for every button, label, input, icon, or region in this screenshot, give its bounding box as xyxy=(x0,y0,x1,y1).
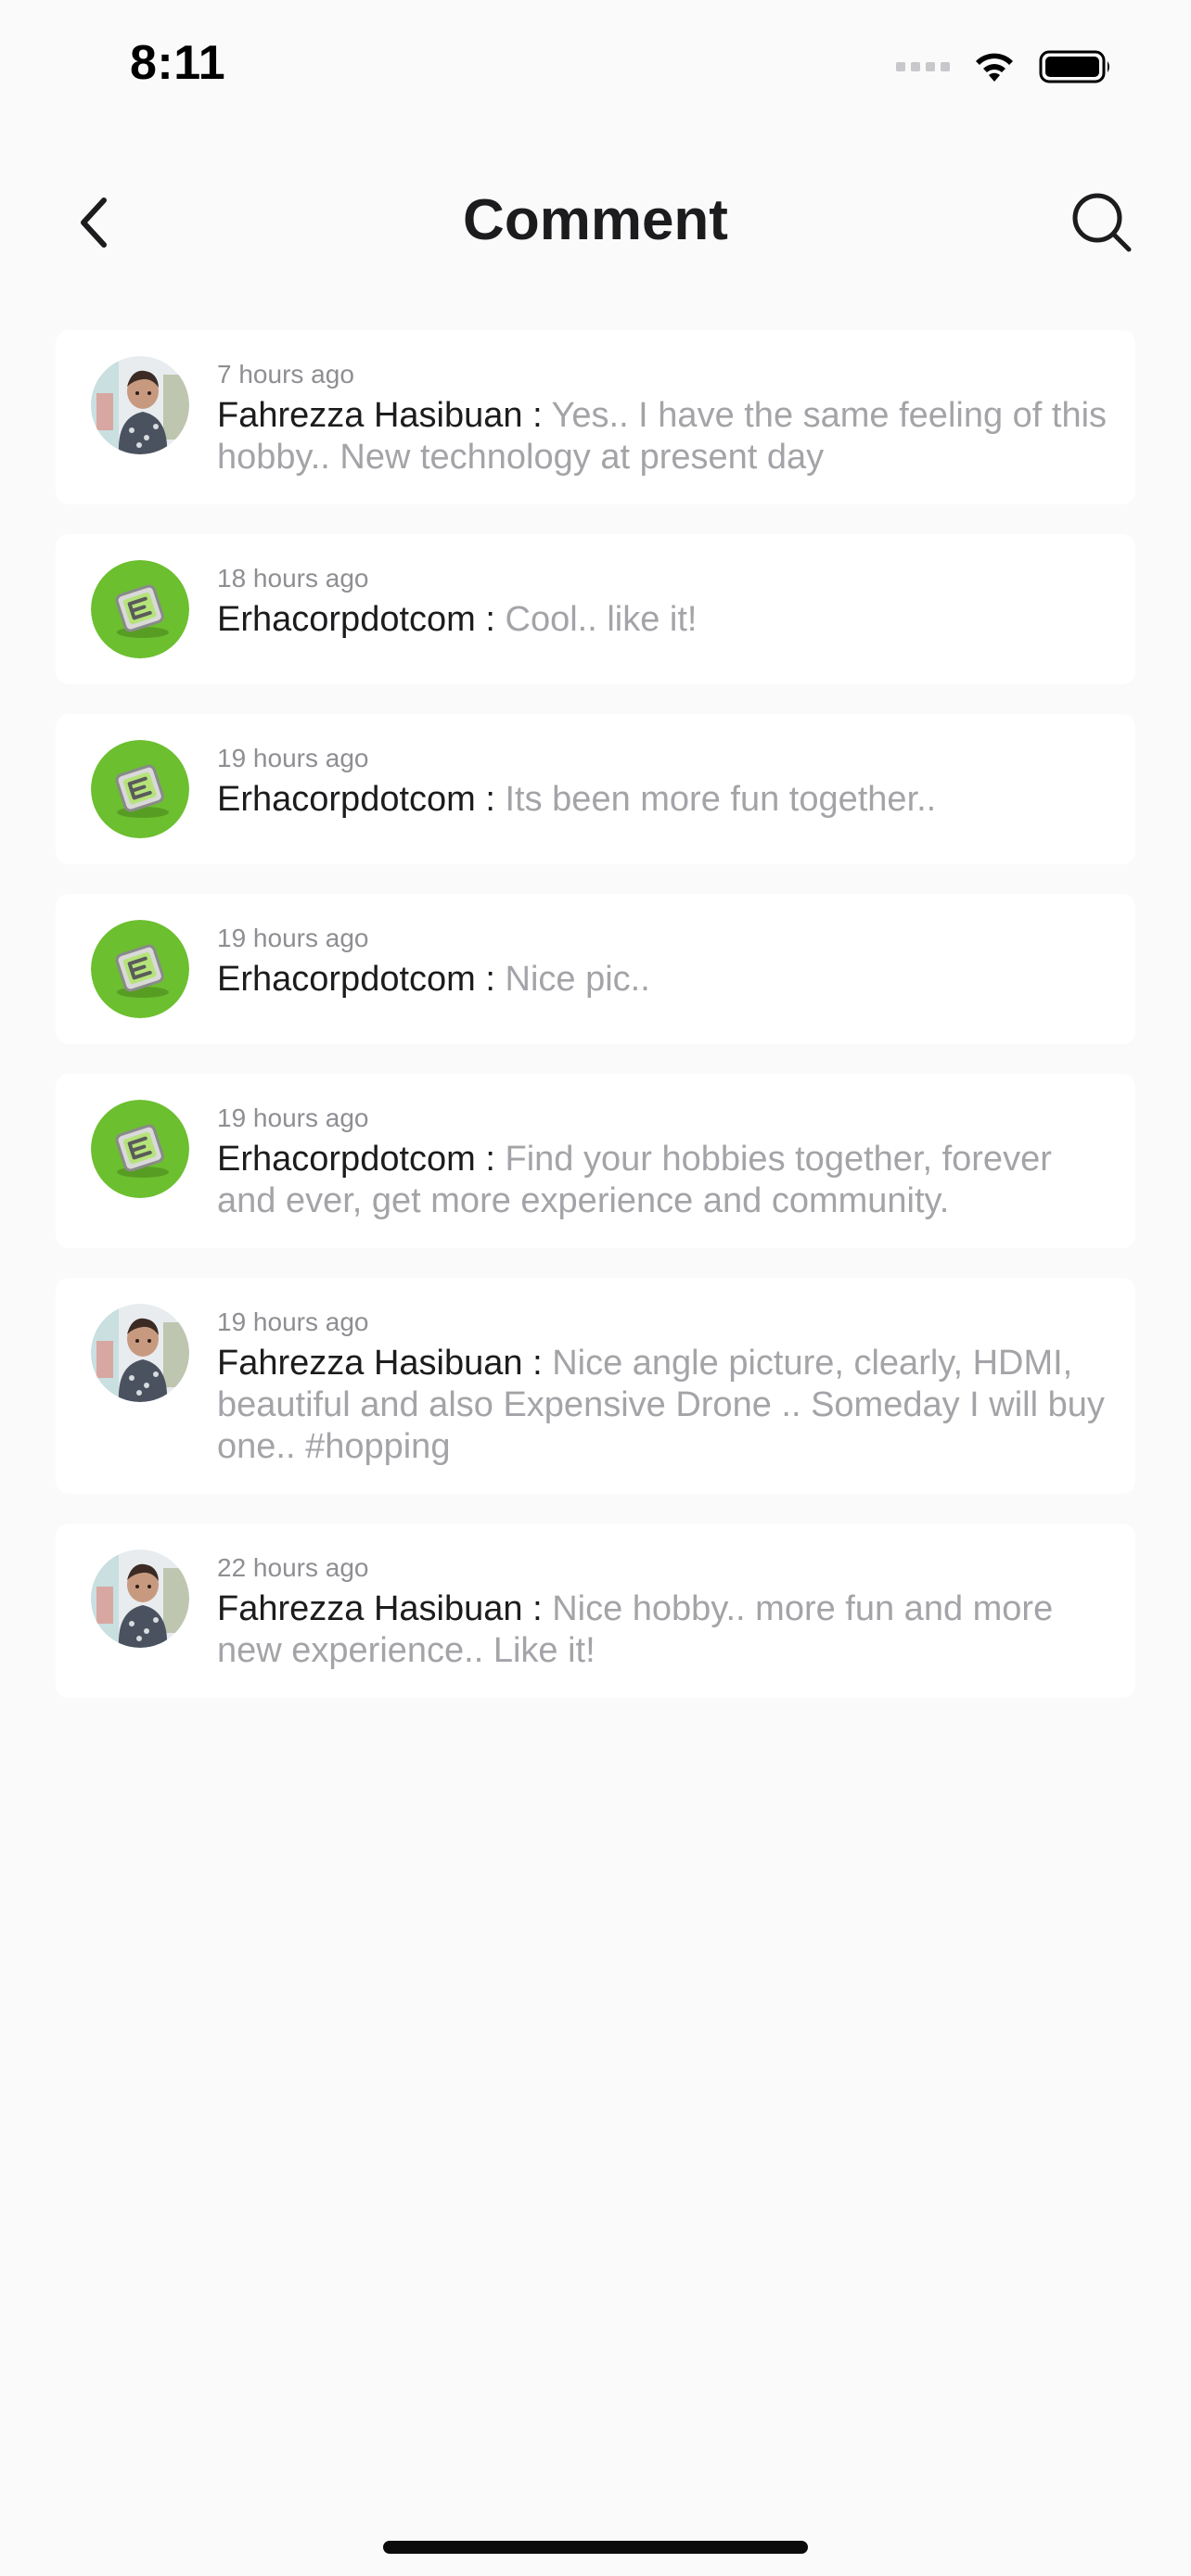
comment-item[interactable]: 19 hours ago Erhacorpdotcom : Nice pic.. xyxy=(56,894,1135,1044)
user-photo-avatar xyxy=(91,1549,189,1648)
comment-item[interactable]: 19 hours ago Fahrezza Hasibuan : Nice an… xyxy=(56,1278,1135,1494)
comment-item[interactable]: 19 hours ago Erhacorpdotcom : Its been m… xyxy=(56,714,1135,864)
comment-time: 7 hours ago xyxy=(217,360,354,389)
comment-time: 19 hours ago xyxy=(217,924,369,952)
comment-text: Fahrezza Hasibuan : Nice angle picture, … xyxy=(217,1343,1108,1468)
comment-list: 7 hours ago Fahrezza Hasibuan : Yes.. I … xyxy=(56,330,1135,1698)
erhacorp-logo-avatar xyxy=(91,740,189,838)
comment-message: Nice pic.. xyxy=(505,960,650,999)
comment-separator: : xyxy=(475,600,506,639)
comment-item[interactable]: 18 hours ago Erhacorpdotcom : Cool.. lik… xyxy=(56,534,1135,684)
search-button[interactable] xyxy=(1069,189,1135,256)
avatar[interactable] xyxy=(91,560,189,658)
comment-message: Its been more fun together.. xyxy=(505,780,937,819)
comment-author[interactable]: Erhacorpdotcom xyxy=(217,780,476,819)
comment-separator: : xyxy=(475,960,506,999)
comment-body: 19 hours ago Erhacorpdotcom : Nice pic.. xyxy=(217,920,1108,1001)
avatar[interactable] xyxy=(91,1100,189,1198)
battery-icon xyxy=(1039,50,1109,83)
cellular-signal-icon xyxy=(896,62,950,71)
status-time: 8:11 xyxy=(130,36,226,90)
comment-separator: : xyxy=(522,396,552,435)
comment-time: 22 hours ago xyxy=(217,1553,369,1582)
user-photo-avatar xyxy=(91,1304,189,1402)
comment-separator: : xyxy=(475,1140,506,1179)
wifi-icon xyxy=(976,53,1013,82)
comment-body: 18 hours ago Erhacorpdotcom : Cool.. lik… xyxy=(217,560,1108,641)
page-title: Comment xyxy=(463,188,728,252)
comment-author[interactable]: Fahrezza Hasibuan xyxy=(217,1344,523,1383)
comment-item[interactable]: 7 hours ago Fahrezza Hasibuan : Yes.. I … xyxy=(56,330,1135,504)
comment-text: Erhacorpdotcom : Find your hobbies toget… xyxy=(217,1139,1108,1222)
comment-time: 19 hours ago xyxy=(217,1103,369,1132)
comment-text: Fahrezza Hasibuan : Nice hobby.. more fu… xyxy=(217,1588,1108,1672)
comment-text: Fahrezza Hasibuan : Yes.. I have the sam… xyxy=(217,395,1108,478)
status-icons xyxy=(896,46,1113,87)
erhacorp-logo-avatar xyxy=(91,560,189,658)
status-bar: 8:11 xyxy=(0,0,1191,139)
search-icon xyxy=(1072,193,1132,252)
comment-time: 19 hours ago xyxy=(217,744,369,772)
comment-message: Cool.. like it! xyxy=(505,600,698,639)
comment-body: 22 hours ago Fahrezza Hasibuan : Nice ho… xyxy=(217,1549,1108,1672)
comment-separator: : xyxy=(475,780,506,819)
comment-author[interactable]: Erhacorpdotcom xyxy=(217,1140,476,1179)
comment-author[interactable]: Fahrezza Hasibuan xyxy=(217,1589,523,1628)
comment-separator: : xyxy=(522,1344,553,1383)
comment-time: 19 hours ago xyxy=(217,1307,369,1336)
comment-item[interactable]: 19 hours ago Erhacorpdotcom : Find your … xyxy=(56,1074,1135,1248)
comment-time: 18 hours ago xyxy=(217,564,369,593)
avatar[interactable] xyxy=(91,1304,189,1402)
comment-author[interactable]: Fahrezza Hasibuan xyxy=(217,396,523,435)
home-indicator[interactable] xyxy=(383,2541,808,2554)
user-photo-avatar xyxy=(91,356,189,454)
comment-body: 19 hours ago Erhacorpdotcom : Find your … xyxy=(217,1100,1108,1222)
comment-item[interactable]: 22 hours ago Fahrezza Hasibuan : Nice ho… xyxy=(56,1524,1135,1698)
comment-author[interactable]: Erhacorpdotcom xyxy=(217,600,476,639)
avatar[interactable] xyxy=(91,356,189,454)
avatar[interactable] xyxy=(91,740,189,838)
erhacorp-logo-avatar xyxy=(91,1100,189,1198)
comment-text: Erhacorpdotcom : Nice pic.. xyxy=(217,959,1108,1001)
comment-separator: : xyxy=(522,1589,553,1628)
comment-author[interactable]: Erhacorpdotcom xyxy=(217,960,476,999)
comment-body: 19 hours ago Fahrezza Hasibuan : Nice an… xyxy=(217,1304,1108,1468)
comment-text: Erhacorpdotcom : Its been more fun toget… xyxy=(217,779,1108,821)
avatar[interactable] xyxy=(91,920,189,1018)
nav-header: Comment xyxy=(0,167,1191,278)
comment-body: 19 hours ago Erhacorpdotcom : Its been m… xyxy=(217,740,1108,821)
avatar[interactable] xyxy=(91,1549,189,1648)
comment-body: 7 hours ago Fahrezza Hasibuan : Yes.. I … xyxy=(217,356,1108,478)
comment-text: Erhacorpdotcom : Cool.. like it! xyxy=(217,599,1108,641)
erhacorp-logo-avatar xyxy=(91,920,189,1018)
